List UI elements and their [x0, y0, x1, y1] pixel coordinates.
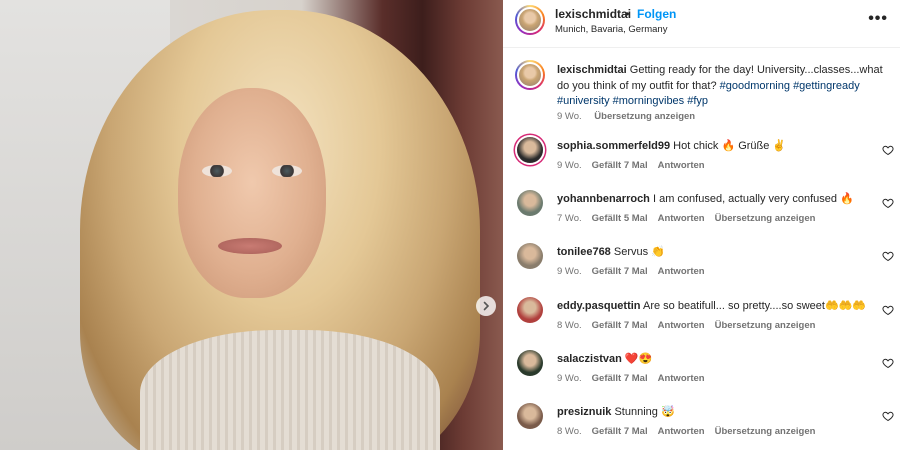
comment-meta: 7 Wo. Gefällt 5 Mal Antworten Übersetzung a…: [557, 213, 825, 224]
commenter-username[interactable]: tonilee768: [557, 246, 611, 258]
hashtag[interactable]: #goodmorning: [720, 80, 790, 92]
comment-age: 9 Wo.: [557, 372, 582, 384]
comment-item: salaczistvan ❤️😍 9 Wo. Gefällt 7 Mal Antwor…: [515, 349, 900, 400]
comment-text: presiznuik Stunning 🤯: [557, 405, 867, 420]
commenter-username[interactable]: salaczistvan: [557, 353, 622, 365]
comment-body: Are so beatifull... so pretty....so swee…: [642, 299, 867, 312]
translate-button[interactable]: Übersetzung anzeigen: [594, 111, 695, 122]
reply-button[interactable]: Antworten: [658, 266, 705, 277]
comment-likes[interactable]: Gefällt 7 Mal: [592, 320, 648, 331]
heart-outline-icon[interactable]: [882, 304, 894, 316]
comment-likes[interactable]: Gefällt 7 Mal: [592, 266, 648, 277]
commenter-username[interactable]: presiznuik: [557, 406, 611, 418]
heart-outline-icon[interactable]: [882, 357, 894, 369]
heart-outline-icon[interactable]: [882, 144, 894, 156]
commenter-username[interactable]: sophia.sommerfeld99: [557, 140, 670, 152]
commenter-avatar[interactable]: [517, 296, 543, 323]
comment-body: I am confused, actually very confused 🔥: [652, 193, 854, 206]
caption-text: lexischmidtai Getting ready for the day!…: [557, 63, 892, 110]
comment-age: 8 Wo.: [557, 426, 582, 437]
comment-item: presiznuik Stunning 🤯 8 Wo. Gefällt 7 Mal A…: [515, 403, 900, 450]
comment-text: tonilee768 Servus 👏: [557, 245, 867, 260]
comment-text: salaczistvan ❤️😍: [557, 352, 867, 367]
commenter-avatar[interactable]: [517, 243, 543, 270]
heart-outline-icon[interactable]: [882, 250, 894, 262]
photo-eye-left: [202, 165, 232, 177]
comment-age: 9 Wo.: [557, 160, 582, 171]
commenter-avatar[interactable]: [517, 403, 543, 429]
author-avatar[interactable]: [515, 5, 545, 35]
comment-item: yohannbenarroch I am confused, actually …: [515, 190, 900, 240]
comment-text: yohannbenarroch I am confused, actually …: [557, 192, 867, 207]
more-options-icon[interactable]: •••: [868, 10, 888, 28]
next-image-button[interactable]: [476, 296, 496, 316]
photo-face: [178, 88, 326, 298]
comment-likes[interactable]: Gefällt 7 Mal: [592, 160, 648, 171]
comment-meta: 9 Wo. Gefällt 7 Mal Antworten: [557, 266, 715, 277]
caption-username[interactable]: lexischmidtai: [557, 64, 627, 76]
follow-button[interactable]: Folgen: [637, 7, 676, 21]
hashtag[interactable]: #university: [557, 95, 610, 107]
translate-button[interactable]: Übersetzung anzeigen: [715, 320, 816, 331]
hashtag[interactable]: #gettingready: [793, 80, 860, 92]
commenter-avatar[interactable]: [517, 190, 543, 217]
post-photo[interactable]: [0, 0, 503, 450]
photo-lips: [218, 238, 282, 254]
comment-text: eddy.pasquettin Are so beatifull... so p…: [557, 299, 867, 314]
caption-meta: 9 Wo. Übersetzung anzeigen: [557, 111, 705, 122]
commenter-avatar[interactable]: [517, 137, 543, 163]
post-sidebar: lexischmidtai • Folgen Munich, Bavaria, …: [503, 0, 900, 450]
post-header: lexischmidtai • Folgen Munich, Bavaria, …: [503, 0, 900, 48]
translate-button[interactable]: Übersetzung anzeigen: [715, 426, 816, 437]
caption-avatar[interactable]: [515, 60, 545, 90]
reply-button[interactable]: Antworten: [658, 320, 705, 331]
comment-item: tonilee768 Servus 👏 9 Wo. Gefällt 7 Mal Ant…: [515, 243, 900, 293]
comment-body: Servus 👏: [613, 246, 665, 259]
comment-likes[interactable]: Gefällt 7 Mal: [592, 373, 648, 384]
comment-meta: 8 Wo. Gefällt 7 Mal Antworten Übersetzung a…: [557, 426, 825, 437]
comment-text: sophia.sommerfeld99 Hot chick 🔥 Grüße ✌: [557, 139, 867, 154]
comment-item: eddy.pasquettin Are so beatifull... so p…: [515, 296, 900, 347]
translate-button[interactable]: Übersetzung anzeigen: [715, 213, 816, 224]
comment-body: ❤️😍: [624, 352, 653, 365]
chevron-right-icon: [483, 301, 490, 311]
reply-button[interactable]: Antworten: [658, 426, 705, 437]
commenter-username[interactable]: eddy.pasquettin: [557, 300, 641, 312]
reply-button[interactable]: Antworten: [658, 160, 705, 171]
photo-sweater: [140, 330, 440, 450]
comment-age: 7 Wo.: [557, 213, 582, 225]
commenter-avatar[interactable]: [517, 349, 543, 376]
comment-body: Stunning 🤯: [614, 406, 675, 418]
reply-button[interactable]: Antworten: [658, 213, 705, 224]
comment-age: 8 Wo.: [557, 319, 582, 331]
photo-eye-right: [272, 165, 302, 177]
hashtag[interactable]: #fyp: [687, 95, 708, 107]
comment-likes[interactable]: Gefällt 5 Mal: [592, 213, 648, 224]
caption-age: 9 Wo.: [557, 111, 582, 122]
comment-item: sophia.sommerfeld99 Hot chick 🔥 Grüße ✌ 9…: [515, 137, 900, 187]
reply-button[interactable]: Antworten: [658, 373, 705, 384]
heart-outline-icon[interactable]: [882, 197, 894, 209]
post-location[interactable]: Munich, Bavaria, Germany: [555, 24, 667, 35]
comment-meta: 8 Wo. Gefällt 7 Mal Antworten Übersetzung a…: [557, 320, 825, 331]
comment-likes[interactable]: Gefällt 7 Mal: [592, 426, 648, 437]
comment-body: Hot chick 🔥 Grüße ✌: [673, 140, 787, 152]
comment-meta: 9 Wo. Gefällt 7 Mal Antworten: [557, 373, 715, 384]
heart-outline-icon[interactable]: [882, 410, 894, 422]
comment-meta: 9 Wo. Gefällt 7 Mal Antworten: [557, 160, 715, 171]
comment-age: 9 Wo.: [557, 266, 582, 278]
hashtag[interactable]: #morningvibes: [613, 95, 685, 107]
header-separator: •: [625, 7, 630, 21]
author-username[interactable]: lexischmidtai: [555, 7, 631, 21]
commenter-username[interactable]: yohannbenarroch: [557, 193, 650, 205]
